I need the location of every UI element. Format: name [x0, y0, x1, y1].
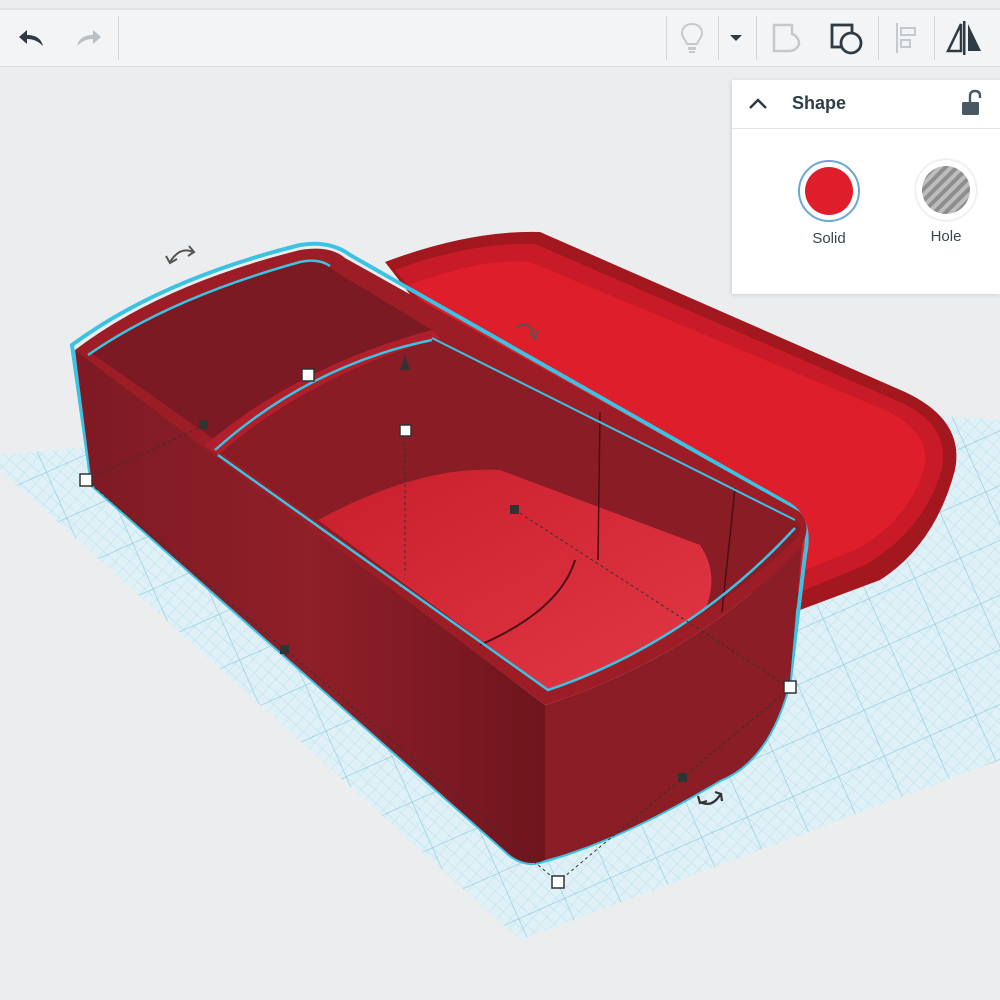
- edge-handle[interactable]: [280, 645, 289, 654]
- unlock-icon: [962, 89, 982, 115]
- edge-handle[interactable]: [678, 773, 687, 782]
- mirror-button[interactable]: [940, 10, 988, 66]
- toolbar-divider: [878, 16, 879, 60]
- shape-panel-header: Shape: [732, 80, 1000, 129]
- group-button[interactable]: [762, 10, 810, 66]
- solid-label: Solid: [812, 230, 846, 247]
- lock-button[interactable]: [958, 88, 986, 118]
- notes-dropdown-button[interactable]: [722, 10, 750, 66]
- rotate-arrow-icon[interactable]: [165, 245, 196, 265]
- height-handle[interactable]: [399, 424, 412, 437]
- ungroup-icon: [830, 23, 863, 55]
- solid-color-dot: [805, 167, 853, 215]
- lightbulb-icon: [680, 22, 704, 53]
- hole-label: Hole: [930, 228, 962, 245]
- edge-handle[interactable]: [199, 420, 208, 429]
- resize-handle[interactable]: [79, 473, 93, 487]
- collapse-button[interactable]: [744, 90, 772, 118]
- shape-panel-title: Shape: [792, 93, 847, 113]
- undo-icon: [19, 30, 43, 46]
- shape-panel: Shape Solid Hole: [732, 80, 1000, 294]
- mirror-icon: [946, 21, 981, 55]
- resize-handle[interactable]: [783, 680, 797, 694]
- resize-handle[interactable]: [301, 368, 315, 382]
- toolbar-divider: [718, 16, 719, 60]
- chevron-up-icon: [749, 98, 767, 109]
- caret-down-icon: [730, 35, 742, 41]
- toolbar-divider: [756, 16, 757, 60]
- main-toolbar: [0, 8, 1000, 67]
- group-icon: [772, 23, 801, 53]
- ungroup-button[interactable]: [820, 10, 872, 66]
- redo-button[interactable]: [64, 10, 112, 66]
- hole-pattern-icon: [922, 166, 970, 214]
- hole-swatch[interactable]: [916, 160, 976, 220]
- notes-button[interactable]: [674, 10, 710, 66]
- undo-button[interactable]: [8, 10, 56, 66]
- align-icon: [896, 23, 916, 53]
- toolbar-divider: [934, 16, 935, 60]
- hole-option[interactable]: Hole: [886, 160, 1000, 245]
- edge-handle[interactable]: [510, 505, 519, 514]
- align-button[interactable]: [884, 10, 928, 66]
- redo-icon: [77, 30, 101, 46]
- toolbar-divider: [666, 16, 667, 60]
- toolbar-divider: [118, 16, 119, 60]
- resize-handle[interactable]: [551, 875, 565, 889]
- solid-swatch[interactable]: [798, 160, 860, 222]
- solid-option[interactable]: Solid: [769, 160, 889, 247]
